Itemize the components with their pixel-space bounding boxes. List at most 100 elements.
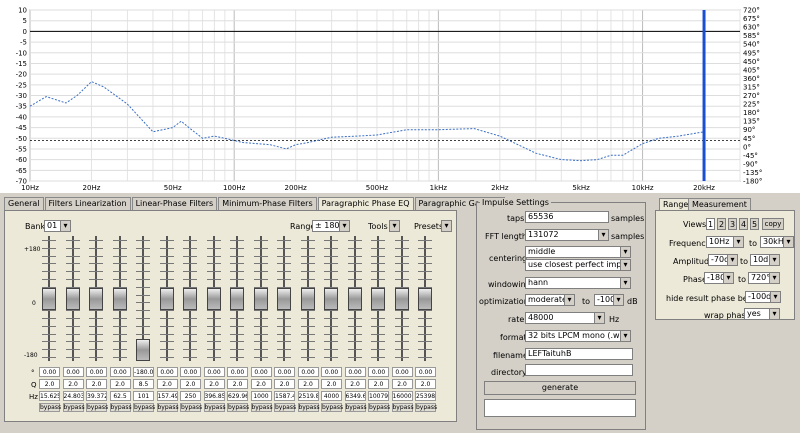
band-bypass-button[interactable]: bypass bbox=[344, 403, 367, 412]
slider-thumb[interactable] bbox=[324, 287, 338, 310]
slider-thumb[interactable] bbox=[277, 287, 291, 310]
band-bypass-button[interactable]: bypass bbox=[133, 403, 155, 412]
band-bypass-button[interactable]: bypass bbox=[250, 403, 273, 412]
band-bypass-button[interactable]: bypass bbox=[203, 403, 226, 412]
band-degrees-field[interactable]: 0.00 bbox=[227, 367, 248, 377]
band-hz-field[interactable]: 10079 bbox=[368, 391, 389, 401]
band-bypass-button[interactable]: bypass bbox=[156, 403, 179, 412]
view-3-button[interactable]: 3 bbox=[728, 218, 737, 230]
band-degrees-field[interactable]: 0.00 bbox=[203, 367, 225, 377]
band-q-field[interactable]: 2.0 bbox=[297, 379, 319, 389]
frequency-from-select[interactable]: 10Hz bbox=[706, 236, 744, 248]
band-degrees-field[interactable]: 0.00 bbox=[250, 367, 272, 377]
phase-slider[interactable] bbox=[205, 236, 223, 361]
band-q-field[interactable]: 8.5 bbox=[133, 379, 154, 389]
band-hz-field[interactable]: 157.49 bbox=[156, 391, 178, 401]
band-q-field[interactable]: 2.0 bbox=[250, 379, 272, 389]
band-degrees-field[interactable]: 0.00 bbox=[86, 367, 107, 377]
band-hz-field[interactable]: 62.5 bbox=[109, 391, 131, 401]
bank-select[interactable]: 01 bbox=[44, 220, 71, 232]
band-degrees-field[interactable]: 0.00 bbox=[156, 367, 178, 377]
band-hz-field[interactable]: 1000 bbox=[250, 391, 272, 401]
phase-slider[interactable] bbox=[181, 236, 199, 361]
centering-select[interactable]: middle bbox=[525, 246, 631, 258]
slider-thumb[interactable] bbox=[347, 287, 362, 310]
slider-thumb[interactable] bbox=[418, 287, 432, 310]
band-hz-field[interactable]: 250 bbox=[180, 391, 201, 401]
band-degrees-field[interactable]: 0.00 bbox=[39, 367, 60, 377]
band-hz-field[interactable]: 2519.8 bbox=[297, 391, 319, 401]
band-bypass-button[interactable]: bypass bbox=[39, 403, 61, 412]
slider-thumb[interactable] bbox=[159, 287, 174, 310]
phase-slider[interactable] bbox=[64, 236, 82, 361]
phase-to-select[interactable]: 720° bbox=[748, 272, 780, 284]
hide-phase-select[interactable]: -100dB bbox=[745, 291, 781, 303]
slider-thumb[interactable] bbox=[206, 287, 221, 310]
band-degrees-field[interactable]: 0.00 bbox=[62, 367, 84, 377]
slider-thumb[interactable] bbox=[89, 287, 103, 310]
band-bypass-button[interactable]: bypass bbox=[86, 403, 108, 412]
band-bypass-button[interactable]: bypass bbox=[227, 403, 249, 412]
phase-slider[interactable] bbox=[252, 236, 270, 361]
slider-thumb[interactable] bbox=[394, 287, 409, 310]
band-bypass-button[interactable]: bypass bbox=[415, 403, 437, 412]
phase-slider[interactable] bbox=[416, 236, 434, 361]
band-hz-field[interactable]: 25398 bbox=[415, 391, 436, 401]
band-q-field[interactable]: 2.0 bbox=[391, 379, 413, 389]
slider-thumb[interactable] bbox=[300, 287, 315, 310]
presets-select[interactable] bbox=[441, 220, 452, 232]
tab-general[interactable]: General bbox=[4, 197, 44, 210]
band-bypass-button[interactable]: bypass bbox=[109, 403, 132, 412]
band-hz-field[interactable]: 396.85 bbox=[203, 391, 225, 401]
slider-thumb[interactable] bbox=[253, 287, 268, 310]
view-5-button[interactable]: 5 bbox=[750, 218, 759, 230]
band-hz-field[interactable]: 15.625 bbox=[39, 391, 60, 401]
band-degrees-field[interactable]: 0.00 bbox=[391, 367, 413, 377]
tab-filters-linearization[interactable]: Filters Linearization bbox=[44, 197, 131, 210]
band-degrees-field[interactable]: 0.00 bbox=[109, 367, 131, 377]
tab-linear-phase-filters[interactable]: Linear-Phase Filters bbox=[131, 197, 218, 210]
phase-slider[interactable] bbox=[299, 236, 317, 361]
slider-thumb[interactable] bbox=[136, 339, 150, 361]
band-degrees-field[interactable]: 0.00 bbox=[321, 367, 342, 377]
band-bypass-button[interactable]: bypass bbox=[62, 403, 85, 412]
phase-slider[interactable] bbox=[158, 236, 176, 361]
frequency-response-plot[interactable]: 10 5 0 -5 -10 -15 -20 -25 -30 -35 -40 -45 -50 -55 -60 -… bbox=[0, 0, 800, 193]
band-bypass-button[interactable]: bypass bbox=[391, 403, 414, 412]
band-q-field[interactable]: 2.0 bbox=[274, 379, 295, 389]
tab-minimum-phase-filters[interactable]: Minimum-Phase Filters bbox=[218, 197, 317, 210]
slider-thumb[interactable] bbox=[371, 287, 385, 310]
phase-slider[interactable] bbox=[87, 236, 105, 361]
band-degrees-field[interactable]: 0.00 bbox=[180, 367, 201, 377]
fft-length-select[interactable]: 131072 bbox=[525, 229, 609, 241]
band-degrees-field[interactable]: 0.00 bbox=[368, 367, 389, 377]
band-hz-field[interactable]: 629.96 bbox=[227, 391, 248, 401]
wrap-phase-select[interactable]: yes bbox=[744, 308, 780, 320]
tools-select[interactable] bbox=[389, 220, 400, 232]
directory-input[interactable] bbox=[525, 364, 633, 376]
band-q-field[interactable]: 2.0 bbox=[156, 379, 178, 389]
band-q-field[interactable]: 2.0 bbox=[62, 379, 84, 389]
view-1-button[interactable]: 1 bbox=[706, 218, 715, 230]
band-degrees-field[interactable]: 0.00 bbox=[297, 367, 319, 377]
slider-thumb[interactable] bbox=[183, 287, 197, 310]
slider-thumb[interactable] bbox=[112, 287, 127, 310]
band-hz-field[interactable]: 6349.6 bbox=[344, 391, 366, 401]
amplitude-from-select[interactable]: -70dB bbox=[708, 254, 738, 266]
optimization-db-select[interactable]: -100 bbox=[594, 294, 624, 306]
band-hz-field[interactable]: 101 bbox=[133, 391, 154, 401]
slider-thumb[interactable] bbox=[42, 287, 56, 310]
optimization-select[interactable]: moderate bbox=[525, 294, 575, 306]
view-4-button[interactable]: 4 bbox=[739, 218, 748, 230]
band-bypass-button[interactable]: bypass bbox=[180, 403, 202, 412]
band-q-field[interactable]: 2.0 bbox=[227, 379, 248, 389]
band-bypass-button[interactable]: bypass bbox=[274, 403, 296, 412]
phase-slider[interactable] bbox=[369, 236, 387, 361]
band-q-field[interactable]: 2.0 bbox=[86, 379, 107, 389]
band-q-field[interactable]: 2.0 bbox=[344, 379, 366, 389]
tab-paragraphic-phase-eq[interactable]: Paragraphic Phase EQ bbox=[317, 197, 414, 211]
phase-slider[interactable] bbox=[134, 236, 152, 361]
band-q-field[interactable]: 2.0 bbox=[415, 379, 436, 389]
band-degrees-field[interactable]: 0.00 bbox=[415, 367, 436, 377]
band-q-field[interactable]: 2.0 bbox=[368, 379, 389, 389]
